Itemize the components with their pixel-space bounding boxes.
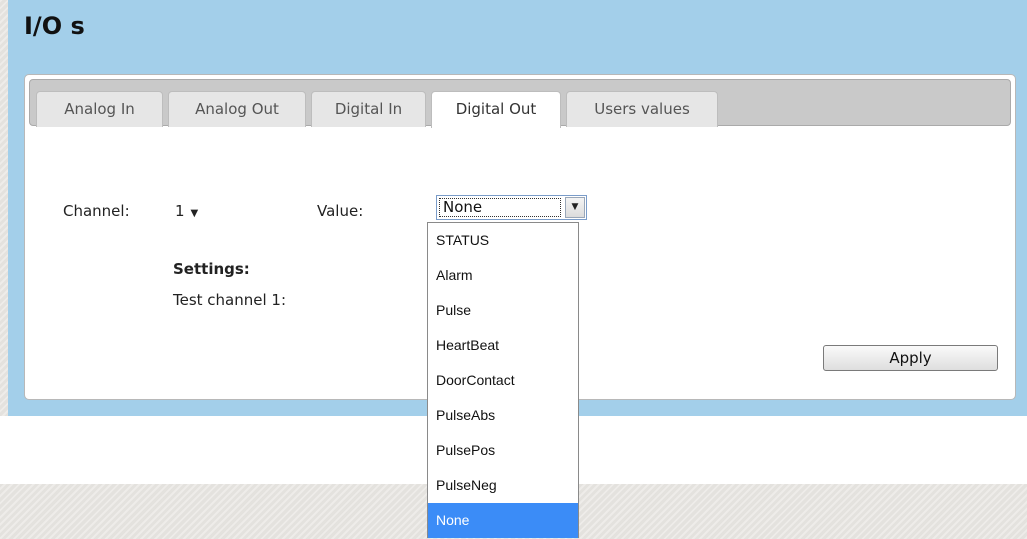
chevron-down-icon[interactable]: ▼ bbox=[565, 197, 585, 218]
dropdown-option[interactable]: PulsePos bbox=[428, 433, 578, 468]
dropdown-option[interactable]: DoorContact bbox=[428, 363, 578, 398]
channel-label: Channel: bbox=[63, 202, 130, 220]
value-select-text: None bbox=[439, 198, 561, 217]
page-title: I/O s bbox=[24, 12, 85, 40]
channel-value: 1 bbox=[175, 202, 185, 220]
dropdown-option[interactable]: Alarm bbox=[428, 258, 578, 293]
tab-analog-in[interactable]: Analog In bbox=[36, 91, 163, 127]
tab-bar: Analog In Analog Out Digital In Digital … bbox=[29, 79, 1011, 128]
tab-analog-out[interactable]: Analog Out bbox=[168, 91, 306, 127]
value-dropdown-list: STATUS Alarm Pulse HeartBeat DoorContact… bbox=[427, 222, 579, 538]
dropdown-option[interactable]: PulseAbs bbox=[428, 398, 578, 433]
test-channel-label: Test channel 1: bbox=[173, 291, 287, 309]
chevron-down-icon: ▼ bbox=[190, 208, 199, 219]
tab-digital-in[interactable]: Digital In bbox=[311, 91, 426, 127]
dropdown-option[interactable]: Pulse bbox=[428, 293, 578, 328]
tab-users-values[interactable]: Users values bbox=[566, 91, 718, 127]
apply-button[interactable]: Apply bbox=[823, 345, 998, 371]
value-select[interactable]: None ▼ bbox=[436, 195, 587, 220]
dropdown-option[interactable]: PulseNeg bbox=[428, 468, 578, 503]
dropdown-option[interactable]: STATUS bbox=[428, 223, 578, 258]
channel-select[interactable]: 1 ▼ bbox=[175, 202, 198, 220]
value-label: Value: bbox=[317, 202, 364, 220]
settings-heading: Settings: bbox=[173, 260, 250, 278]
dropdown-option-selected[interactable]: None bbox=[428, 503, 578, 538]
dropdown-option[interactable]: HeartBeat bbox=[428, 328, 578, 363]
tab-digital-out[interactable]: Digital Out bbox=[431, 91, 561, 128]
